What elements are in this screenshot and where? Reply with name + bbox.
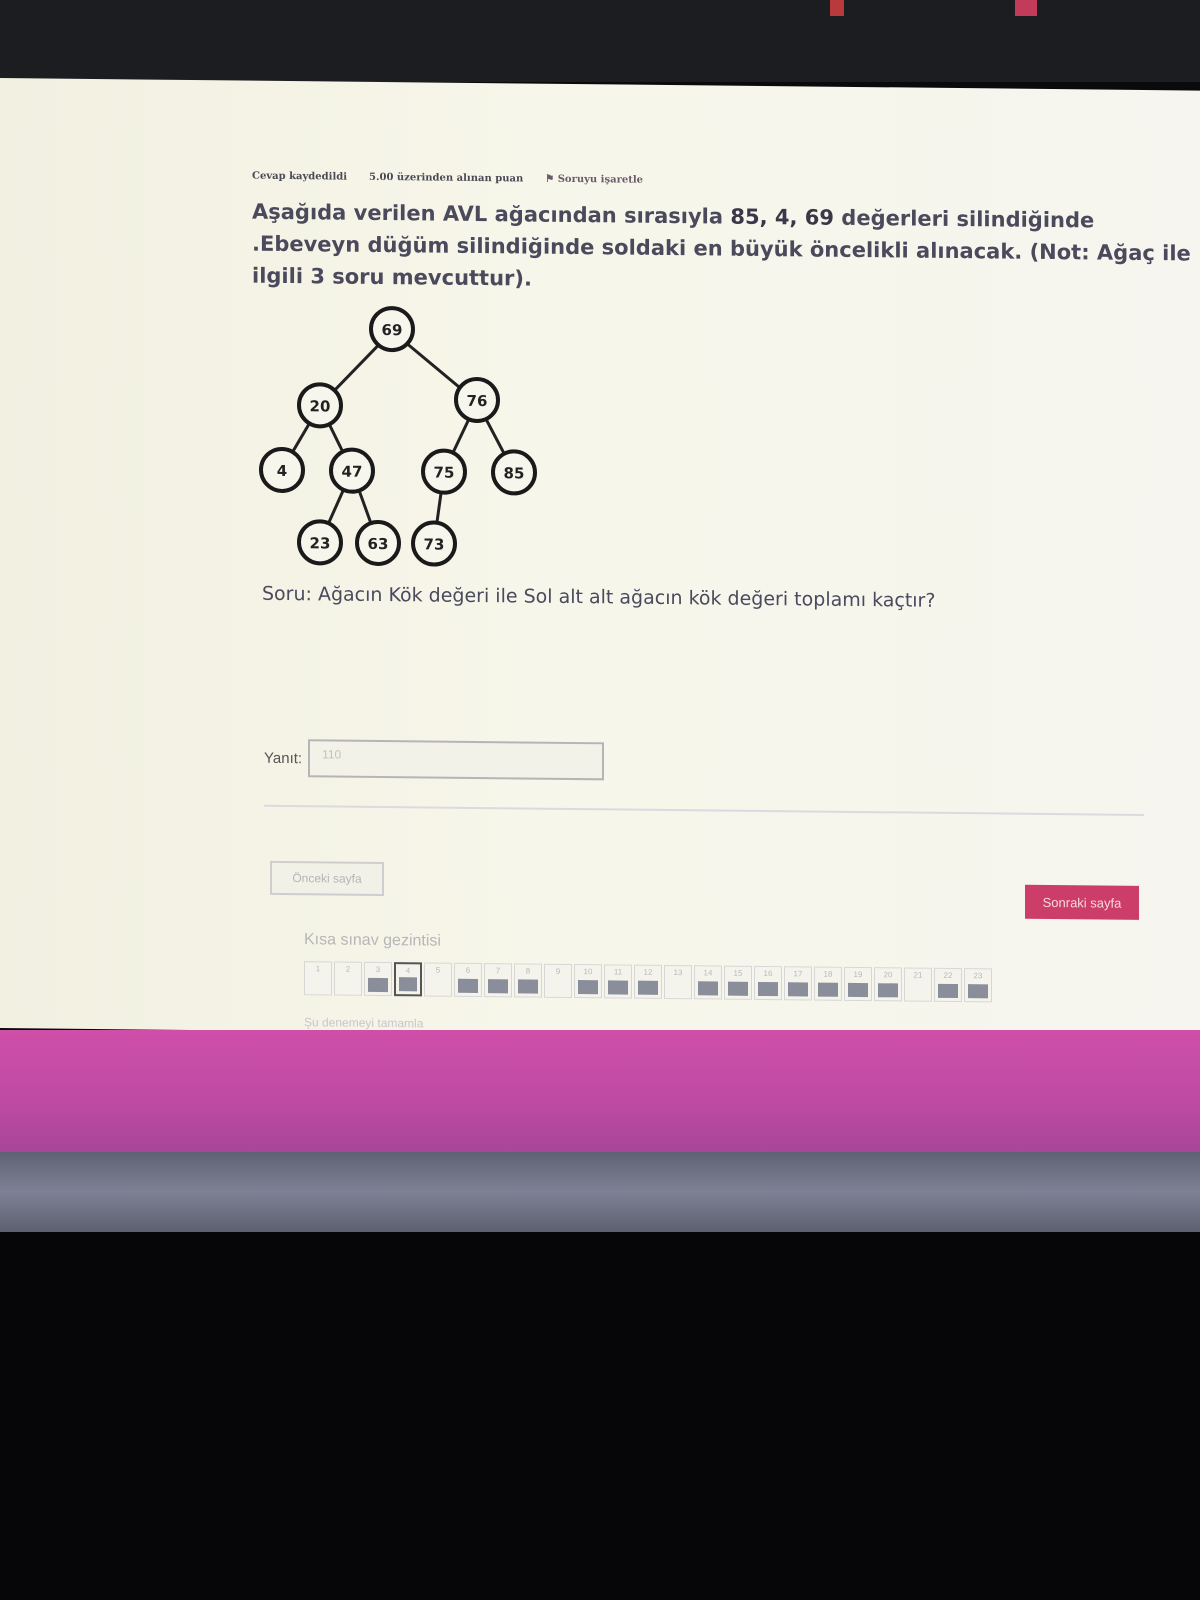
- quiz-nav-button[interactable]: 21: [904, 967, 932, 1002]
- answer-row: Yanıt: 110: [264, 739, 605, 781]
- quiz-navigation-grid: 1 2 3 4 5 6 7 8 9 10 11 12 13 14 15 16 17 18 19 20 21 22 23: [304, 961, 992, 1003]
- status-dot-icon: [1015, 0, 1037, 16]
- quiz-nav-button[interactable]: 19: [844, 966, 872, 1002]
- quiz-nav-number: 19: [853, 969, 863, 980]
- tree-node-label: 76: [467, 392, 488, 410]
- prompt-values: 85, 4, 69: [730, 204, 834, 230]
- question-text: Soru: Ağacın Kök değeri ile Sol alt alt …: [262, 582, 936, 612]
- tree-node-label: 75: [434, 464, 455, 482]
- avl-tree-diagram: 69 20 76 4 47 75 85 23 63 73: [259, 306, 537, 567]
- tree-node: 69: [369, 306, 415, 353]
- quiz-question-panel: Cevap kaydedildi 5.00 üzerinden alınan p…: [252, 171, 1192, 615]
- quiz-nav-number: 22: [943, 970, 953, 980]
- tree-node-label: 4: [277, 462, 287, 480]
- quiz-nav-number: 7: [495, 966, 501, 976]
- footer-pink-band: [0, 1030, 1200, 1152]
- quiz-nav-number: 12: [643, 967, 653, 977]
- question-info-row: Cevap kaydedildi 5.00 üzerinden alınan p…: [252, 171, 1192, 192]
- next-page-button[interactable]: Sonraki sayfa: [1025, 884, 1139, 920]
- quiz-nav-number: 17: [793, 969, 803, 979]
- quiz-nav-number: 9: [555, 966, 561, 976]
- quiz-nav-number: 11: [613, 967, 623, 977]
- flag-question-label: Soruyu işaretle: [557, 173, 643, 186]
- quiz-nav-button[interactable]: 7: [484, 963, 512, 998]
- tree-node-label: 23: [310, 534, 331, 552]
- flag-icon: ⚑: [545, 173, 558, 185]
- quiz-nav-number: 23: [973, 971, 983, 981]
- flag-question-link[interactable]: ⚑ Soruyu işaretle: [545, 174, 643, 186]
- tree-node-label: 73: [424, 535, 445, 553]
- tree-node: 20: [297, 382, 343, 429]
- quiz-nav-number: 10: [583, 967, 593, 977]
- quiz-nav-number: 3: [375, 964, 381, 974]
- quiz-nav-number: 4: [405, 966, 411, 976]
- answer-saved-status: Cevap kaydedildi: [252, 170, 348, 183]
- taskbar-area: [0, 1152, 1200, 1232]
- quiz-nav-number: 2: [345, 964, 351, 974]
- quiz-nav-button[interactable]: 11: [604, 964, 632, 999]
- quiz-nav-number: 21: [913, 970, 923, 980]
- monitor-top-bezel: [0, 0, 1200, 82]
- tree-node: 47: [329, 447, 375, 494]
- monitor-bottom-bezel: [0, 1232, 1200, 1600]
- quiz-nav-button[interactable]: 4: [394, 962, 422, 997]
- divider: [264, 804, 1144, 816]
- quiz-navigation-title: Kısa sınav gezintisi: [304, 931, 441, 950]
- quiz-nav-number: 14: [703, 968, 713, 978]
- quiz-nav-button[interactable]: 5: [424, 962, 452, 997]
- tree-node: 23: [297, 519, 343, 566]
- quiz-nav-number: 15: [733, 968, 743, 978]
- quiz-nav-button[interactable]: 13: [664, 964, 692, 1000]
- question-prompt: Aşağıda verilen AVL ağacından sırasıyla …: [252, 196, 1192, 302]
- quiz-nav-button[interactable]: 14: [694, 965, 722, 1000]
- quiz-nav-button[interactable]: 20: [874, 967, 902, 1002]
- answer-label: Yanıt:: [264, 749, 303, 767]
- tree-node: 75: [421, 448, 467, 495]
- quiz-nav-button[interactable]: 15: [724, 965, 752, 1000]
- answer-input[interactable]: 110: [308, 739, 605, 781]
- prompt-start: Aşağıda verilen AVL ağacından sırasıyla: [252, 199, 731, 229]
- previous-page-button[interactable]: Önceki sayfa: [270, 860, 384, 897]
- points-info: 5.00 üzerinden alınan puan: [369, 171, 524, 185]
- status-dot-icon: [830, 0, 844, 16]
- tree-node-label: 63: [368, 535, 389, 553]
- quiz-nav-number: 5: [435, 965, 441, 975]
- tree-node: 76: [454, 376, 500, 423]
- quiz-nav-number: 6: [465, 965, 471, 975]
- quiz-nav-button[interactable]: 17: [784, 966, 812, 1001]
- quiz-nav-button[interactable]: 3: [364, 961, 392, 997]
- quiz-nav-button[interactable]: 1: [304, 961, 332, 996]
- browser-viewport: Cevap kaydedildi 5.00 üzerinden alınan p…: [0, 78, 1200, 1041]
- quiz-nav-number: 1: [315, 964, 321, 974]
- quiz-nav-number: 13: [673, 968, 683, 978]
- tree-node: 85: [491, 449, 537, 496]
- quiz-nav-number: 16: [763, 968, 773, 979]
- finish-attempt-link[interactable]: Şu denemeyi tamamla: [304, 1015, 423, 1030]
- tree-node-label: 69: [382, 321, 403, 339]
- quiz-nav-number: 20: [883, 970, 893, 980]
- tree-node: 63: [355, 519, 401, 566]
- quiz-nav-button[interactable]: 18: [814, 966, 842, 1001]
- quiz-nav-number: 8: [525, 966, 531, 976]
- tree-node-label: 85: [504, 464, 525, 482]
- quiz-nav-button[interactable]: 8: [514, 963, 542, 998]
- tree-node-label: 47: [342, 463, 363, 481]
- quiz-nav-button[interactable]: 12: [634, 964, 662, 999]
- quiz-nav-button[interactable]: 10: [574, 964, 602, 999]
- quiz-nav-button[interactable]: 23: [964, 968, 992, 1003]
- quiz-nav-number: 18: [823, 969, 833, 979]
- tree-node: 73: [411, 520, 457, 567]
- photo-stage: Cevap kaydedildi 5.00 üzerinden alınan p…: [0, 0, 1200, 1600]
- quiz-nav-button[interactable]: 6: [454, 962, 482, 998]
- tree-node-label: 20: [310, 397, 331, 415]
- tree-node: 4: [259, 446, 305, 493]
- quiz-nav-button[interactable]: 16: [754, 965, 782, 1001]
- quiz-nav-button[interactable]: 22: [934, 967, 962, 1003]
- quiz-nav-button[interactable]: 9: [544, 963, 572, 998]
- quiz-nav-button[interactable]: 2: [334, 961, 362, 996]
